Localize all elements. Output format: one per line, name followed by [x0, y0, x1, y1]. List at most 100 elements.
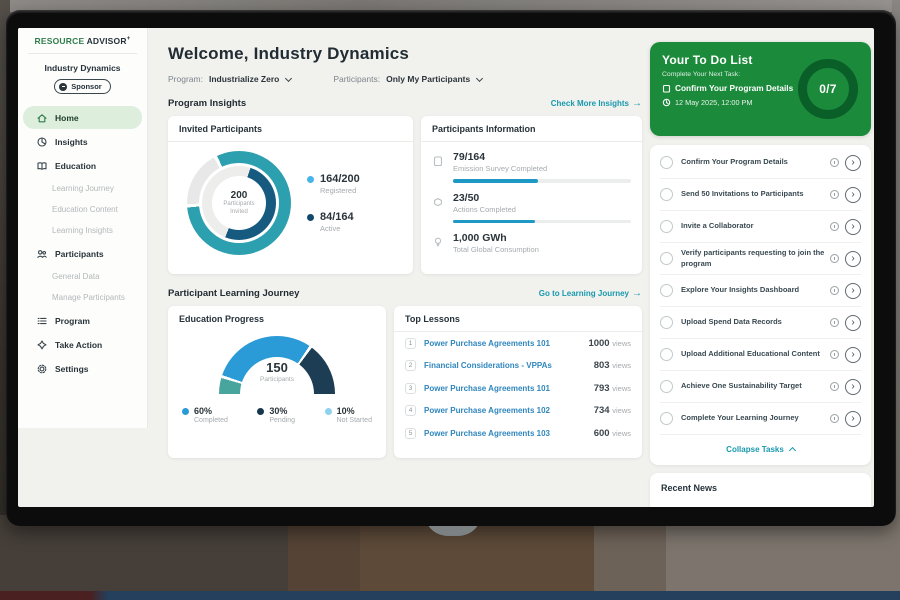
sidebar-item-settings[interactable]: Settings	[23, 357, 142, 380]
task-row: Verify participants requesting to join t…	[660, 243, 861, 275]
sidebar-item-take-action[interactable]: Take Action	[23, 333, 142, 356]
task-checkbox[interactable]	[660, 316, 673, 329]
participants-filter-label: Participants:	[333, 74, 380, 84]
task-chevron-button[interactable]: ›	[845, 347, 861, 363]
sidebar-item-label: Insights	[52, 137, 88, 147]
lesson-views-suffix: views	[612, 361, 631, 370]
list-icon	[36, 315, 52, 327]
chevron-down-icon[interactable]	[285, 74, 292, 81]
task-row: Upload Additional Educational Content ›	[660, 339, 861, 371]
logo-primary: RESOURCE	[35, 36, 85, 46]
background-bottom-strip	[0, 591, 900, 600]
progress-fill	[453, 179, 538, 183]
lesson-row: 1 Power Purchase Agreements 101 1000 vie…	[405, 332, 631, 355]
sidebar-item-participants[interactable]: Participants	[23, 242, 142, 265]
sidebar-item-home[interactable]: Home	[23, 106, 142, 129]
clock-icon	[830, 254, 839, 263]
clock-icon	[662, 98, 671, 107]
task-chevron-button[interactable]: ›	[845, 187, 861, 203]
donut-center-value: 200	[231, 190, 248, 201]
task-label: Confirm Your Program Details	[673, 157, 830, 168]
sponsor-badge-label: Sponsor	[71, 82, 101, 91]
lesson-row: 3 Power Purchase Agreements 101 793 view…	[405, 377, 631, 400]
sidebar-item-label: General Data	[52, 272, 100, 281]
go-to-learning-journey-link[interactable]: Go to Learning Journey→	[539, 288, 642, 299]
task-chevron-button[interactable]: ›	[845, 315, 861, 331]
participants-filter-value[interactable]: Only My Participants	[386, 74, 470, 84]
task-chevron-button[interactable]: ›	[845, 219, 861, 235]
invited-participants-donut-chart: 200 Participants Invited	[187, 151, 291, 255]
sidebar-item-program[interactable]: Program	[23, 309, 142, 332]
gauge-legend: 60% Completed 30% Pending 10% Not Starte…	[179, 406, 375, 424]
legend-item-not-started: 10% Not Started	[325, 406, 372, 424]
clock-icon	[830, 286, 839, 295]
lesson-row: 4 Power Purchase Agreements 102 734 view…	[405, 400, 631, 423]
legend-dot	[325, 408, 332, 415]
sidebar-item-label: Settings	[52, 364, 89, 374]
sidebar-item-manage-participants[interactable]: Manage Participants	[18, 287, 147, 308]
legend-value: 164/200	[320, 173, 360, 185]
program-filter-value[interactable]: Industrialize Zero	[209, 74, 279, 84]
sidebar-item-learning-insights[interactable]: Learning Insights	[18, 220, 147, 241]
sidebar-item-learning-journey[interactable]: Learning Journey	[18, 178, 147, 199]
chevron-up-icon	[789, 447, 796, 454]
task-checkbox[interactable]	[660, 348, 673, 361]
page-title: Welcome, Industry Dynamics	[168, 44, 642, 64]
program-filter-label: Program:	[168, 74, 203, 84]
todo-next-task: Confirm Your Program Details	[675, 83, 793, 93]
sponsor-badge[interactable]: Sponsor	[54, 79, 110, 94]
task-checkbox[interactable]	[660, 220, 673, 233]
task-checkbox[interactable]	[660, 188, 673, 201]
legend-dot	[182, 408, 189, 415]
legend-label: Completed	[194, 417, 228, 424]
card-title: Invited Participants	[179, 124, 402, 134]
task-row: Confirm Your Program Details ›	[660, 147, 861, 179]
sidebar-item-education[interactable]: Education	[23, 154, 142, 177]
sidebar-item-general-data[interactable]: General Data	[18, 266, 147, 287]
stat-value: 23/50	[453, 192, 516, 204]
sidebar-item-label: Learning Insights	[52, 226, 113, 235]
stat-value: 79/164	[453, 151, 547, 163]
survey-icon	[432, 151, 445, 172]
gear-icon	[36, 363, 52, 375]
chevron-down-icon[interactable]	[476, 74, 483, 81]
task-checkbox[interactable]	[660, 252, 673, 265]
task-row: Invite a Collaborator ›	[660, 211, 861, 243]
sidebar-item-label: Participants	[52, 249, 104, 259]
arrow-right-icon: →	[632, 288, 642, 299]
clock-icon	[830, 222, 839, 231]
task-chevron-button[interactable]: ›	[845, 155, 861, 171]
clipboard-icon	[662, 84, 671, 93]
gauge-center-value: 150	[219, 360, 335, 375]
todo-panel: Your To Do List Complete Your Next Task:…	[650, 42, 871, 136]
task-chevron-button[interactable]: ›	[845, 283, 861, 299]
lesson-link[interactable]: Power Purchase Agreements 103	[416, 429, 594, 438]
sponsor-icon	[59, 83, 67, 91]
sidebar-item-label: Program	[52, 316, 90, 326]
lesson-link[interactable]: Power Purchase Agreements 101	[416, 384, 594, 393]
task-chevron-button[interactable]: ›	[845, 379, 861, 395]
collapse-tasks-link[interactable]: Collapse Tasks	[660, 435, 861, 463]
gauge-center-label: Participants	[219, 376, 335, 383]
lesson-views-suffix: views	[612, 384, 631, 393]
check-more-insights-link[interactable]: Check More Insights→	[551, 98, 642, 109]
task-chevron-button[interactable]: ›	[845, 411, 861, 427]
lesson-link[interactable]: Power Purchase Agreements 101	[416, 339, 588, 348]
card-divider	[168, 141, 413, 142]
lesson-link[interactable]: Power Purchase Agreements 102	[416, 406, 594, 415]
task-checkbox[interactable]	[660, 156, 673, 169]
organization-name: Industry Dynamics	[18, 63, 147, 73]
invited-participants-card: Invited Participants 200 Participants In…	[168, 116, 413, 274]
lesson-link[interactable]: Financial Considerations - VPPAs	[416, 361, 594, 370]
sidebar-item-label: Home	[52, 113, 79, 123]
task-checkbox[interactable]	[660, 284, 673, 297]
lesson-views-suffix: views	[612, 339, 631, 348]
task-checkbox[interactable]	[660, 380, 673, 393]
sidebar-item-education-content[interactable]: Education Content	[18, 199, 147, 220]
task-checkbox[interactable]	[660, 412, 673, 425]
task-chevron-button[interactable]: ›	[845, 251, 861, 267]
sidebar-item-insights[interactable]: Insights	[23, 130, 142, 153]
stat-value: 1,000 GWh	[453, 232, 539, 244]
task-label: Explore Your Insights Dashboard	[673, 285, 830, 296]
legend-item-active: 84/164 Active	[307, 211, 360, 233]
